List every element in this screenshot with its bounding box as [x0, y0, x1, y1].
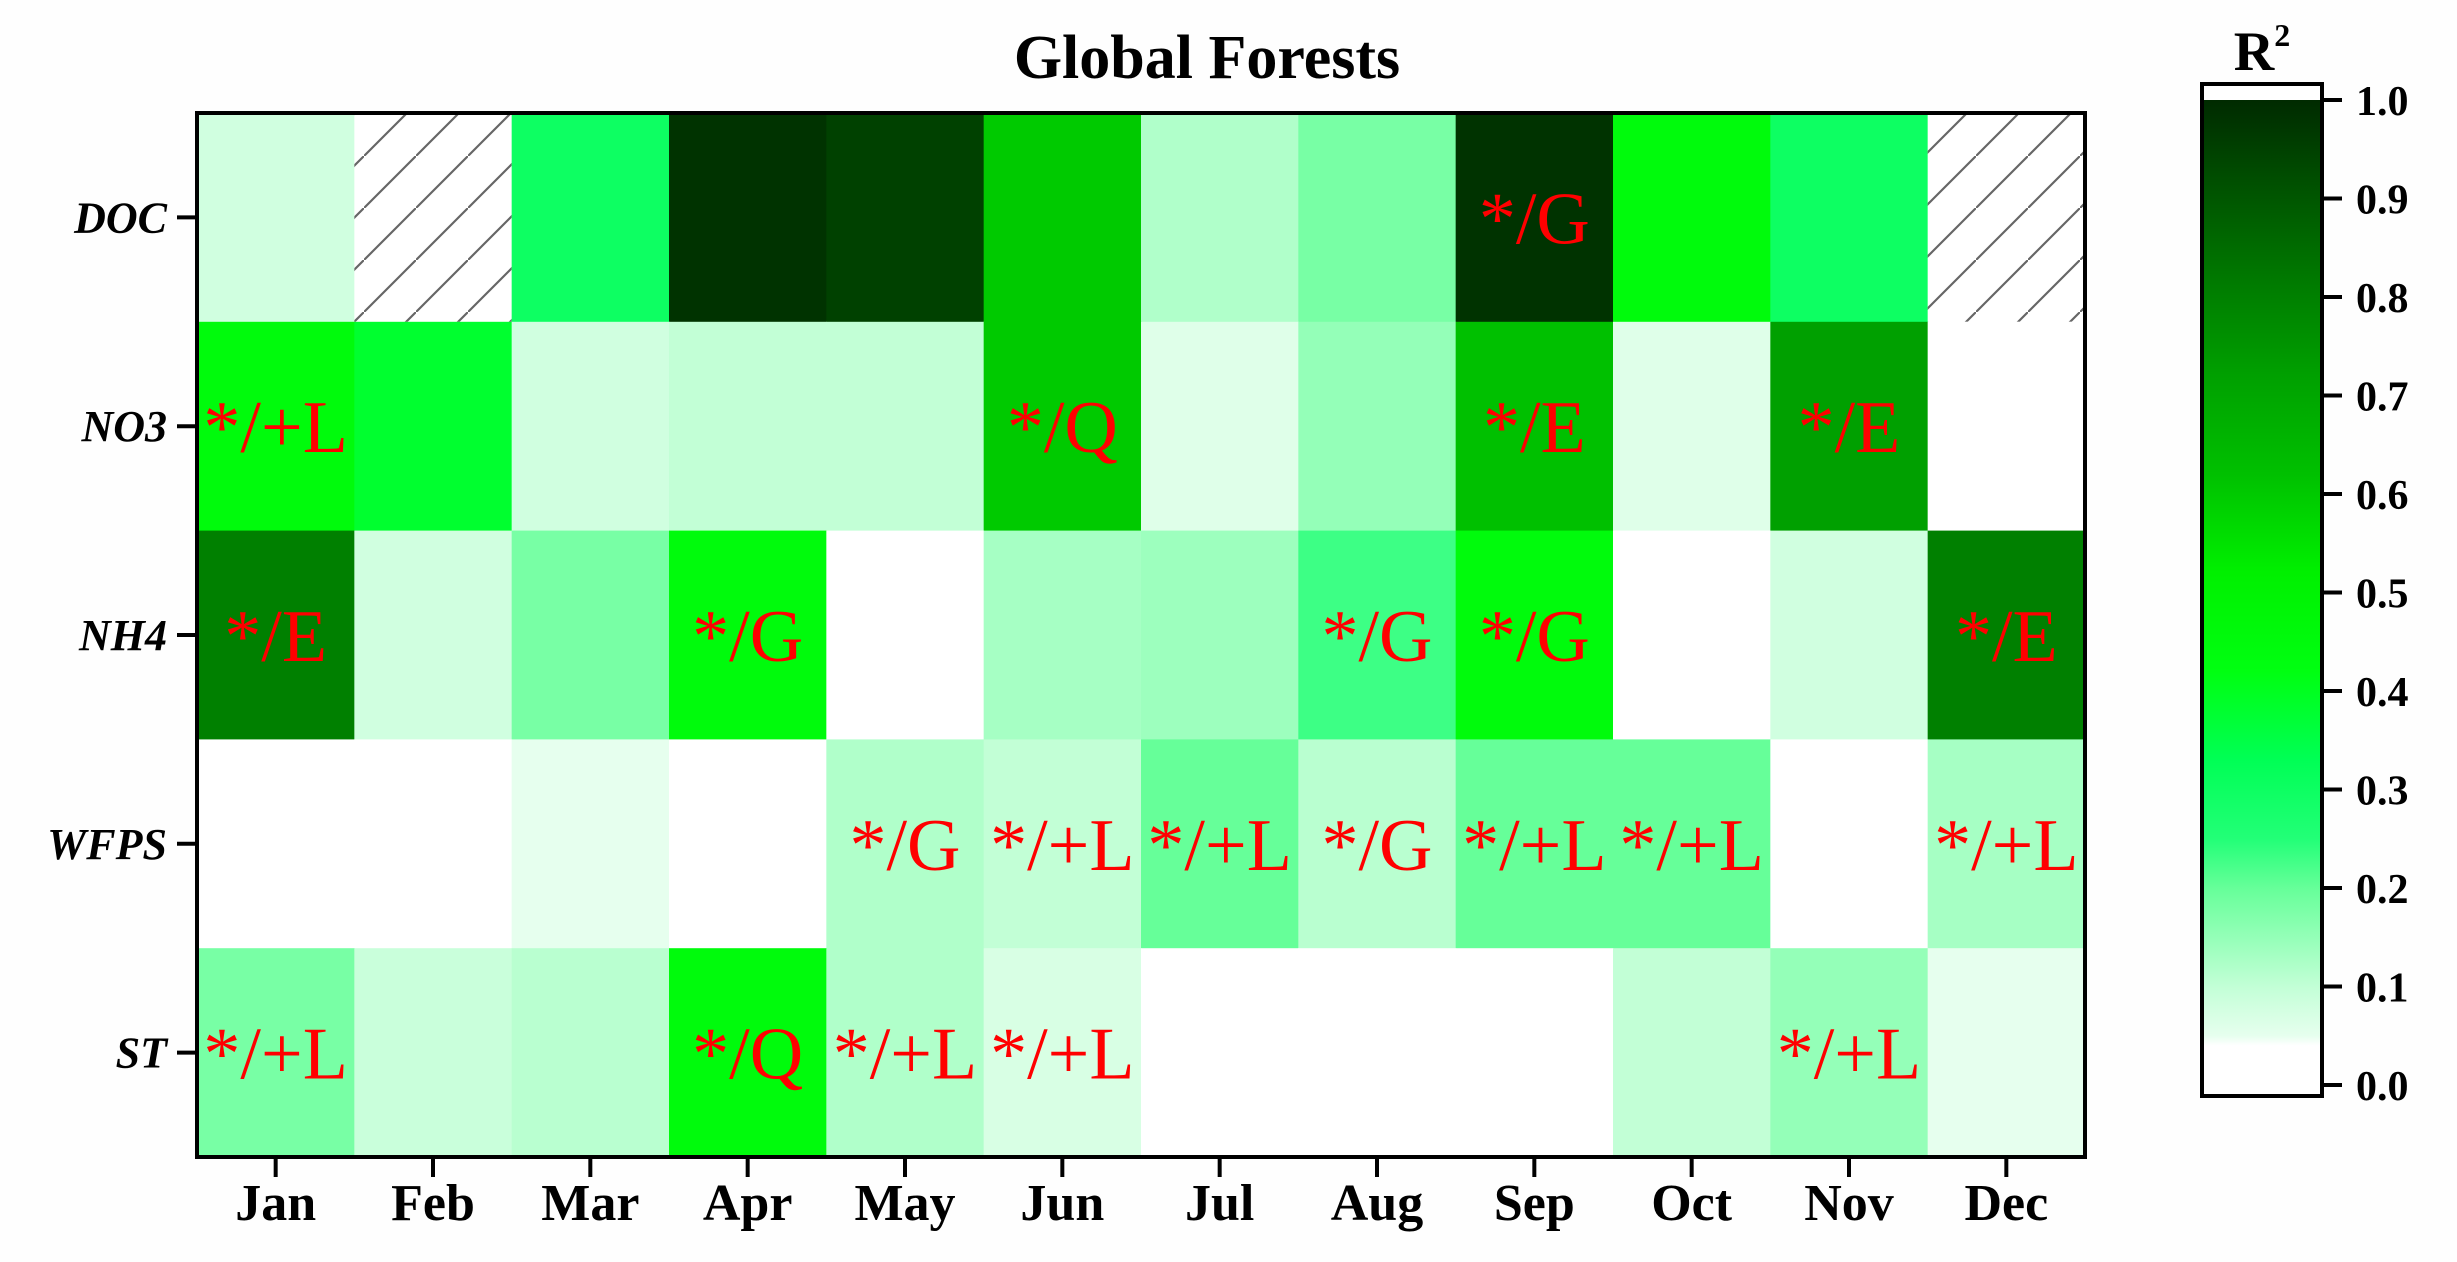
cell-annotation: */G: [1322, 805, 1433, 887]
heatmap-cell: [1613, 530, 1771, 740]
heatmap-cell: [826, 530, 985, 740]
colorbar-ticks: 0.0 0.1 0.2 0.3 0.4 0.5 0.6 0.7 0.8 0.9 1.0: [2322, 79, 2409, 1110]
chart-title: Global Forests: [1014, 24, 1400, 92]
heatmap-cell: [669, 113, 827, 323]
cell-annotation: */Q: [1007, 387, 1118, 469]
x-tick-label: Mar: [541, 1175, 639, 1232]
heatmap-cell: [1141, 113, 1299, 323]
heatmap-cell: [1141, 530, 1299, 740]
hatch-pattern: [1927, 113, 2085, 322]
y-tick-label: NO3: [80, 402, 167, 451]
heatmap-cell: [1298, 321, 1457, 532]
cell-annotation: */G: [1479, 596, 1590, 678]
x-tick-label: Feb: [391, 1175, 475, 1232]
x-tick-label: Dec: [1964, 1175, 2048, 1232]
cell-annotation: */+L: [990, 805, 1135, 887]
y-tick-label: NH4: [78, 611, 167, 660]
colorbar-tick-label: 0.5: [2356, 572, 2409, 618]
heatmap-cell: [669, 739, 827, 949]
colorbar-tick-label: 0.6: [2356, 473, 2409, 519]
heatmap-cell: [826, 321, 985, 532]
heatmap-cell: [511, 739, 670, 949]
heatmap-cell: [1770, 530, 1929, 740]
colorbar-tick-label: 0.7: [2356, 375, 2409, 421]
heatmap-cell: [511, 530, 670, 740]
colorbar-tick-label: 1.0: [2356, 79, 2409, 125]
heatmap-cell: [826, 113, 985, 323]
heatmap-cell: [1298, 113, 1457, 323]
colorbar-tick-label: 0.3: [2356, 769, 2409, 815]
heatmap-cell: [511, 113, 670, 323]
cell-annotation: */G: [1322, 596, 1433, 678]
cell-annotation: */E: [1955, 596, 2058, 678]
heatmap-cell: [1770, 113, 1929, 323]
heatmap-cell: [1613, 948, 1771, 1158]
cell-annotation: */G: [692, 596, 803, 678]
heatmap-cell: [983, 530, 1142, 740]
heatmap-cell: [197, 113, 355, 323]
heatmap-cell: [511, 321, 670, 532]
cell-annotation: */+L: [833, 1014, 978, 1096]
x-tick-label: Jun: [1020, 1175, 1104, 1232]
cell-annotation: */+L: [1777, 1014, 1922, 1096]
colorbar-tick-label: 0.0: [2356, 1064, 2409, 1110]
colorbar-tick-label: 0.9: [2356, 178, 2409, 224]
heatmap-cell: [1613, 321, 1771, 532]
cell-annotation: */E: [1798, 387, 1901, 469]
heatmap-cell: [1141, 948, 1299, 1158]
heatmap-cell: [983, 113, 1142, 323]
heatmap-cells: [197, 113, 2086, 1158]
cell-annotation: */+L: [203, 1014, 348, 1096]
hatch-pattern: [354, 113, 512, 322]
x-tick-label: Oct: [1651, 1175, 1733, 1232]
heatmap-cell: [354, 948, 513, 1158]
heatmap-cell: [669, 321, 827, 532]
heatmap-cell: [354, 321, 513, 532]
cell-annotation: */E: [1483, 387, 1586, 469]
heatmap-cell: [197, 739, 355, 949]
heatmap-cell: [1613, 113, 1771, 323]
cell-annotation: */G: [850, 805, 961, 887]
cell-annotation: */+L: [990, 1014, 1135, 1096]
cell-annotation: */E: [224, 596, 327, 678]
heatmap-cell: [1927, 948, 2086, 1158]
x-tick-label: Jul: [1185, 1175, 1254, 1232]
x-tick-label: Jan: [235, 1175, 316, 1232]
heatmap-cell: [1770, 739, 1929, 949]
cell-annotation: */+L: [1147, 805, 1292, 887]
y-tick-label: ST: [116, 1029, 169, 1078]
cell-annotation: */+L: [203, 387, 348, 469]
colorbar: R2 0.0 0.1 0.2 0.3 0.4 0.5 0.6 0.7 0.8 0.9 1.0: [2200, 17, 2409, 1110]
cell-annotation: */G: [1479, 178, 1590, 260]
heatmap-cell: [1141, 321, 1299, 532]
colorbar-tick-label: 0.4: [2356, 670, 2409, 716]
cell-annotation: */+L: [1934, 805, 2079, 887]
heatmap-cell: [354, 530, 513, 740]
colorbar-tick-label: 0.1: [2356, 966, 2409, 1012]
x-tick-label: Apr: [703, 1175, 793, 1232]
heatmap-cell: [1927, 321, 2086, 532]
x-tick-label: May: [854, 1175, 955, 1232]
heatmap-cell: [354, 739, 513, 949]
colorbar-tick-label: 0.8: [2356, 276, 2409, 322]
heatmap-chart: Global Forests */G */+L */Q */E */E */E */G */G…: [47, 17, 2409, 1232]
heatmap-cell: [1455, 948, 1614, 1158]
y-axis: DOC NO3 NH4 WFPS ST: [47, 193, 197, 1078]
cell-annotation: */+L: [1462, 805, 1607, 887]
heatmap-cell: [511, 948, 670, 1158]
heatmap-cell: [1298, 948, 1457, 1158]
cell-annotation: */+L: [1619, 805, 1764, 887]
colorbar-tick-label: 0.2: [2356, 867, 2409, 913]
colorbar-title: R2: [2234, 17, 2290, 83]
x-axis: Jan Feb Mar Apr May Jun Jul Aug Sep Oct Nov Dec: [235, 1157, 2048, 1232]
x-tick-label: Aug: [1331, 1175, 1423, 1232]
cell-annotation: */Q: [692, 1014, 803, 1096]
y-tick-label: DOC: [73, 193, 168, 242]
x-tick-label: Nov: [1804, 1175, 1894, 1232]
colorbar-gradient: [2202, 100, 2322, 1085]
y-tick-label: WFPS: [47, 820, 167, 869]
x-tick-label: Sep: [1494, 1175, 1575, 1232]
